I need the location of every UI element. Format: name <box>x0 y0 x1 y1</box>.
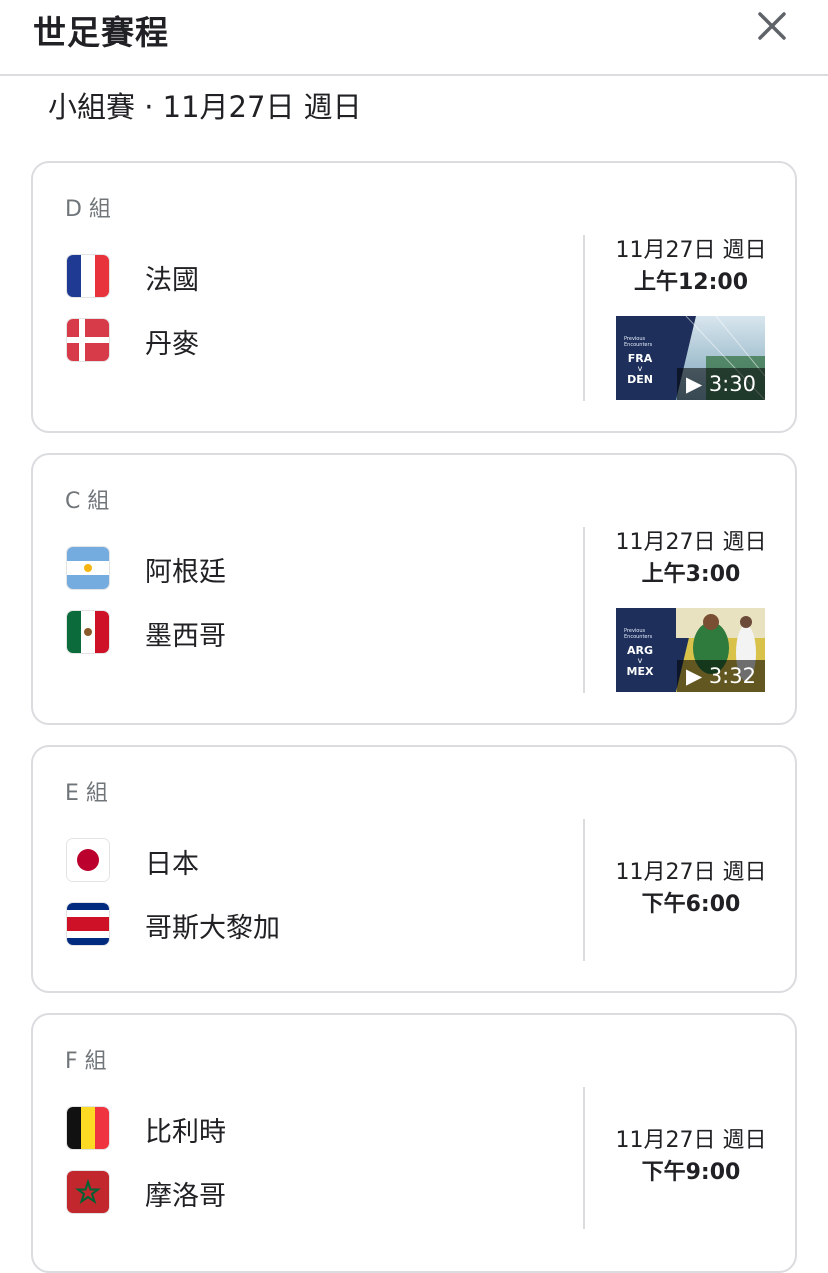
team-name: 墨西哥 <box>145 621 226 652</box>
match-datetime: 11月27日 週日 上午12:00 <box>593 235 789 299</box>
close-button[interactable] <box>752 6 792 46</box>
match-time: 下午6:00 <box>641 892 741 917</box>
team-row: 日本 <box>67 839 567 881</box>
video-thumbnail[interactable]: Previous Encounters ARG v MEX ▶ 3:32 <box>616 608 765 692</box>
page-title: 世足賽程 <box>33 13 169 52</box>
team-name: 日本 <box>145 849 199 880</box>
group-label: D 組 <box>65 197 111 222</box>
video-teams-label: FRA v DEN <box>626 352 654 386</box>
match-date: 11月27日 週日 <box>615 860 767 885</box>
team-name: 摩洛哥 <box>145 1181 226 1212</box>
team-row: 丹麥 <box>67 319 567 361</box>
divider <box>583 819 585 961</box>
group-label: F 組 <box>65 1049 107 1074</box>
divider <box>583 1087 585 1229</box>
team-name: 法國 <box>145 265 199 296</box>
match-date: 11月27日 週日 <box>615 1128 767 1153</box>
video-teams-label: ARG v MEX <box>626 644 654 678</box>
match-datetime: 11月27日 週日 下午6:00 <box>593 857 789 921</box>
team-name: 比利時 <box>145 1117 226 1148</box>
team-row: 哥斯大黎加 <box>67 903 567 945</box>
video-vs: v <box>637 656 643 665</box>
divider <box>583 235 585 401</box>
mexico-flag-icon <box>67 611 109 653</box>
denmark-flag-icon <box>67 319 109 361</box>
group-label: C 組 <box>65 489 110 514</box>
divider <box>583 527 585 693</box>
video-duration: ▶ 3:32 <box>677 660 765 692</box>
team-row: 墨西哥 <box>67 611 567 653</box>
match-time: 下午9:00 <box>641 1160 741 1185</box>
team-name: 丹麥 <box>145 329 199 360</box>
video-team2: MEX <box>626 665 654 678</box>
match-time: 上午12:00 <box>633 270 749 295</box>
stage-date-subtitle: 小組賽 · 11月27日 週日 <box>48 90 362 124</box>
costa-rica-flag-icon <box>67 903 109 945</box>
team-row: 比利時 <box>67 1107 567 1149</box>
match-date: 11月27日 週日 <box>615 530 767 555</box>
team-row: 阿根廷 <box>67 547 567 589</box>
video-vs: v <box>637 364 643 373</box>
match-time: 上午3:00 <box>641 562 741 587</box>
match-card[interactable]: D 組 法國 丹麥 11月27日 週日 上午12:00 Previous Enc… <box>31 161 797 433</box>
match-date: 11月27日 週日 <box>615 238 767 263</box>
video-caption: Previous Encounters <box>624 336 653 348</box>
team-name: 哥斯大黎加 <box>145 913 280 944</box>
match-datetime: 11月27日 週日 下午9:00 <box>593 1125 789 1189</box>
france-flag-icon <box>67 255 109 297</box>
morocco-flag-icon <box>67 1171 109 1213</box>
close-icon <box>758 12 786 40</box>
match-card[interactable]: E 組 日本 哥斯大黎加 11月27日 週日 下午6:00 <box>31 745 797 993</box>
match-datetime: 11月27日 週日 上午3:00 <box>593 527 789 591</box>
team-row: 摩洛哥 <box>67 1171 567 1213</box>
team-name: 阿根廷 <box>145 557 226 588</box>
team-row: 法國 <box>67 255 567 297</box>
match-card[interactable]: C 組 阿根廷 墨西哥 11月27日 週日 上午3:00 Previous En… <box>31 453 797 725</box>
video-caption: Previous Encounters <box>624 628 653 640</box>
dialog-header: 世足賽程 <box>0 0 828 76</box>
video-thumbnail[interactable]: Previous Encounters FRA v DEN ▶ 3:30 <box>616 316 765 400</box>
belgium-flag-icon <box>67 1107 109 1149</box>
argentina-flag-icon <box>67 547 109 589</box>
group-label: E 組 <box>65 781 108 806</box>
match-card[interactable]: F 組 比利時 摩洛哥 11月27日 週日 下午9:00 <box>31 1013 797 1273</box>
video-duration: ▶ 3:30 <box>677 368 765 400</box>
japan-flag-icon <box>67 839 109 881</box>
video-team2: DEN <box>627 373 653 386</box>
